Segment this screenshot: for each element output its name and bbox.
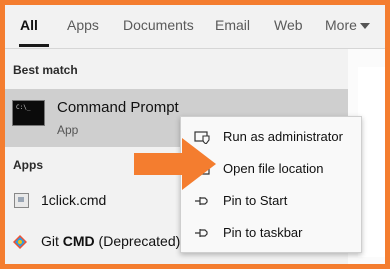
file-icon [14,193,29,208]
apps-heading: Apps [13,158,43,172]
app-item-label: 1click.cmd [41,192,107,208]
pin-icon [195,197,208,205]
app-item-label: Git CMD (Deprecated) [41,233,181,249]
best-match-subtitle: App [57,123,79,137]
git-icon [13,235,27,249]
menu-item-pin-to-taskbar[interactable]: Pin to taskbar [181,217,361,249]
menu-item-label: Pin to Start [223,193,288,208]
menu-item-label: Run as administrator [223,129,343,144]
chevron-down-icon[interactable] [360,23,370,29]
menu-item-label: Pin to taskbar [223,225,303,240]
tab-more[interactable]: More [325,17,357,33]
search-tabs: All Apps Documents Email Web More [5,5,385,49]
tab-web[interactable]: Web [274,17,303,33]
tab-apps[interactable]: Apps [67,17,99,33]
tab-all[interactable]: All [20,17,38,33]
command-prompt-icon: C:\_ [12,100,45,126]
tab-email[interactable]: Email [215,17,250,33]
preview-panel [358,67,385,257]
annotation-arrow-icon [134,138,216,190]
active-tab-indicator [19,44,49,47]
best-match-heading: Best match [13,63,78,77]
pin-icon [195,229,208,237]
best-match-title: Command Prompt [57,99,179,116]
tab-documents[interactable]: Documents [123,17,194,33]
menu-item-label: Open file location [223,161,324,176]
search-panel: All Apps Documents Email Web More Best m… [5,5,385,264]
